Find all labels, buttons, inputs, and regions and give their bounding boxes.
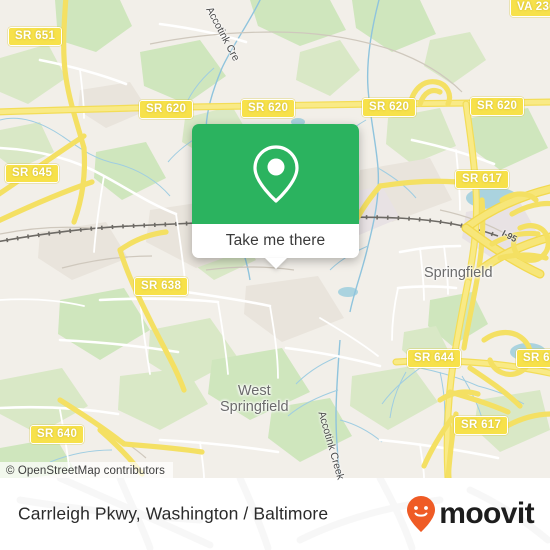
footer-bar: Carrleigh Pkwy, Washington / Baltimore m… [0, 478, 550, 550]
road-shield[interactable]: SR 620 [470, 97, 525, 116]
moovit-pin-icon [407, 496, 436, 532]
road-shield[interactable]: VA 236 [510, 0, 550, 17]
road-shield[interactable]: SR 644 [516, 349, 550, 368]
road-shield[interactable]: SR 638 [134, 277, 189, 296]
road-shield[interactable]: SR 651 [8, 27, 63, 46]
card-header [192, 124, 359, 224]
card-pointer [264, 258, 287, 269]
road-shield[interactable]: SR 644 [407, 349, 462, 368]
take-me-there-label: Take me there [225, 232, 326, 249]
road-shield[interactable]: SR 645 [5, 164, 60, 183]
road-shield[interactable]: SR 617 [454, 416, 509, 435]
take-me-there-button[interactable]: Take me there [192, 224, 359, 258]
moovit-wordmark: moovit [439, 497, 534, 530]
map-pin-icon [252, 145, 299, 203]
moovit-logo[interactable]: moovit [406, 495, 535, 533]
road-shield[interactable]: SR 620 [362, 98, 417, 117]
page-title: Carrleigh Pkwy, Washington / Baltimore [18, 503, 329, 524]
road-shield[interactable]: SR 620 [241, 99, 296, 118]
road-shield[interactable]: SR 640 [30, 425, 85, 444]
osm-attribution: © OpenStreetMap contributors [0, 462, 173, 478]
road-shield[interactable]: SR 617 [455, 170, 510, 189]
road-shield[interactable]: SR 620 [139, 100, 194, 119]
screenshot-root: .park{fill:#cfe6bd;} .parkd{fill:#d9e8c6… [0, 0, 550, 550]
location-popup-card[interactable]: Take me there [192, 124, 359, 269]
